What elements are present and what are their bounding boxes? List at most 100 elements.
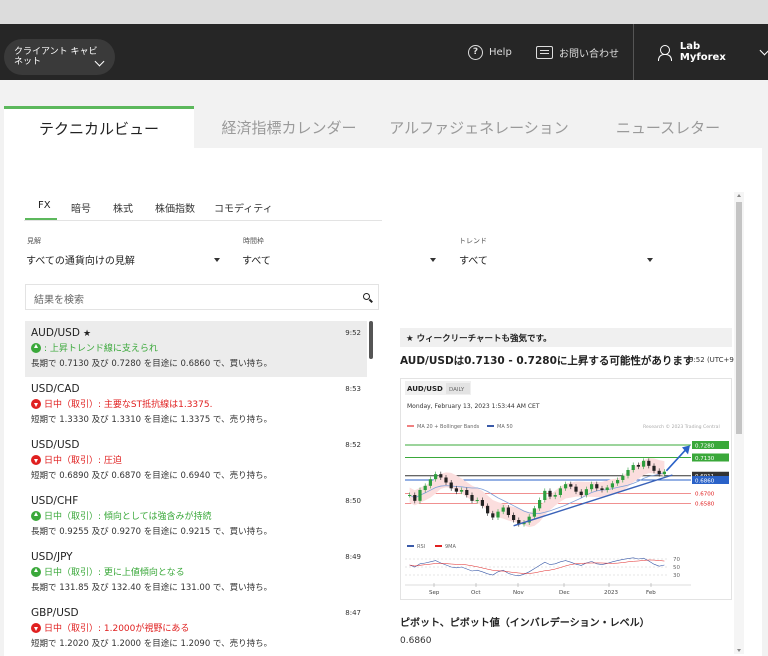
rsi-level-label: 70 — [673, 557, 680, 563]
candle — [636, 465, 640, 467]
list-item[interactable]: USD/JPY 8:49 日中（取引）: 更に上値傾向となる 長期で 131.8… — [25, 545, 367, 601]
candle — [501, 507, 505, 512]
list-scrollbar[interactable] — [369, 321, 373, 359]
subtab-indices[interactable]: 株価指数 — [155, 200, 195, 215]
filter-timeframe-label: 時間枠 — [243, 237, 264, 245]
filter-view-value: すべての通貨向けの見解 — [26, 256, 135, 267]
candle — [413, 495, 417, 501]
legend-bb: MA 20 + Bollinger Bands — [417, 424, 480, 430]
candle — [574, 486, 578, 492]
candle — [444, 477, 448, 483]
candle — [558, 488, 562, 495]
item-time: 8:53 — [345, 385, 361, 393]
signal-text: 日中（取引）: 1.2000が視野にある — [44, 624, 190, 634]
filter-timeframe-select[interactable]: すべて — [242, 252, 436, 268]
level-label: 0.6580 — [695, 502, 715, 508]
candle — [605, 487, 609, 490]
subtab-active-indicator — [25, 218, 57, 220]
chart-date: Monday, February 13, 2023 1:53:44 AM CET — [407, 403, 540, 410]
legend-ma50: MA 50 — [497, 424, 513, 430]
pivot-value: 0.6860 — [400, 636, 432, 646]
scroll-up-icon[interactable] — [736, 194, 741, 197]
candle — [610, 483, 614, 488]
ma9-legend: 9MA — [445, 544, 456, 550]
candle — [423, 485, 427, 490]
page-scrollbar[interactable] — [734, 192, 744, 654]
candle — [532, 508, 536, 517]
subtab-crypto[interactable]: 暗号 — [71, 200, 91, 215]
candle — [548, 490, 552, 497]
arrow-up-icon — [31, 510, 41, 521]
candle — [506, 507, 510, 515]
tab-alpha-generation[interactable]: アルファジェネレーション — [376, 106, 582, 148]
candle — [475, 500, 479, 501]
subtab-fx[interactable]: FX — [38, 200, 51, 211]
filter-view-label: 見解 — [27, 237, 41, 245]
filter-trend-value: すべて — [459, 256, 488, 267]
list-item[interactable]: USD/USD 8:52 日中（取引）: 圧迫 短期で 0.6890 及び 0.… — [25, 433, 367, 489]
x-tick-label: 2023 — [604, 590, 618, 596]
x-tick-label: Dec — [559, 590, 570, 596]
subtab-stocks[interactable]: 株式 — [113, 200, 133, 215]
candle — [553, 495, 557, 497]
level-label: 0.6860 — [695, 478, 715, 484]
target-arrow-line — [665, 447, 688, 472]
candle — [460, 490, 464, 492]
candle — [418, 490, 422, 501]
list-item[interactable]: AUD/USD ★ 9:52 : 上昇トレンド線に支えられ 長期で 0.7130 … — [25, 321, 367, 377]
tab-technical-view[interactable]: テクニカルビュー — [4, 106, 194, 148]
chart-svg: AUD/USD DAILY Monday, February 13, 2023 … — [405, 381, 729, 596]
scroll-thumb[interactable] — [736, 202, 742, 434]
candle — [579, 491, 583, 495]
filter-view-select[interactable]: すべての通貨向けの見解 — [26, 252, 220, 268]
x-tick-label: Feb — [646, 590, 656, 596]
rsi-level-label: 50 — [673, 565, 680, 571]
candle — [408, 495, 412, 496]
candle — [538, 500, 542, 509]
candle — [631, 465, 635, 470]
candle — [621, 475, 625, 480]
chart-symbol: AUD/USD — [407, 385, 443, 393]
contact-label: お問い合わせ — [559, 48, 619, 60]
candle — [439, 474, 443, 478]
signal-desc: 短期で 1.2020 及び 1.2000 を目途に 1.2090 で、売り持ち。 — [31, 639, 273, 649]
main-tabs: テクニカルビュー 経済指標カレンダー アルファジェネレーション ニュースレター — [4, 106, 762, 148]
header-divider — [633, 24, 634, 80]
search-icon[interactable] — [363, 293, 370, 300]
signal-text: : 上昇トレンド線に支えられ — [44, 344, 158, 354]
bollinger-band — [409, 458, 665, 528]
contact-link[interactable]: お問い合わせ — [536, 43, 619, 61]
candle — [449, 482, 453, 489]
pair-name: GBP/USD — [31, 607, 79, 619]
price-chart: AUD/USD DAILY Monday, February 13, 2023 … — [400, 378, 732, 600]
list-item[interactable]: GBP/USD 8:47 日中（取引）: 1.2000が視野にある 短期で 1.… — [25, 601, 367, 656]
signal-list: AUD/USD ★ 9:52 : 上昇トレンド線に支えられ 長期で 0.7130 … — [25, 321, 367, 656]
list-item[interactable]: USD/CHF 8:50 日中（取引）: 傾向としては強含みが持続 長期で 0.… — [25, 489, 367, 545]
candle — [512, 515, 516, 520]
tab-economic-calendar[interactable]: 経済指標カレンダー — [204, 106, 374, 148]
list-item[interactable]: USD/CAD 8:53 日中（取引）: 主要なST抵抗線は1.3375. 短期… — [25, 377, 367, 433]
arrow-up-icon — [31, 566, 41, 577]
subtab-commodities[interactable]: コモディティ — [214, 200, 273, 215]
scroll-down-icon[interactable] — [736, 649, 741, 652]
pair-name: USD/CHF — [31, 495, 79, 507]
level-label: 0.7130 — [695, 456, 715, 462]
candle — [662, 471, 666, 475]
user-menu[interactable]: Lab Myforex — [658, 41, 768, 63]
client-cabinet-button[interactable]: クライアント キャビネット — [4, 39, 115, 75]
top-header: クライアント キャビネット ? Help お問い合わせ Lab Myforex — [0, 24, 768, 80]
search-input[interactable]: 結果を検索 — [25, 284, 379, 310]
filter-trend-select[interactable]: すべて — [459, 252, 653, 268]
arrow-down-icon — [31, 398, 41, 409]
weekly-note: ★ ウィークリーチャートも強気です。 — [400, 328, 732, 347]
help-link[interactable]: ? Help — [468, 43, 512, 61]
star-icon[interactable]: ★ — [83, 329, 91, 339]
candle — [600, 488, 604, 490]
signal-desc: 長期で 0.7130 及び 0.7280 を目途に 0.6860 で、買い持ち。 — [31, 359, 273, 369]
detail-time: 9:52 (UTC+9) — [689, 356, 737, 364]
candle — [480, 500, 484, 506]
rsi-panel: 70 50 30 — [405, 557, 680, 579]
chevron-down-icon — [94, 56, 105, 67]
candle — [584, 489, 588, 495]
tab-newsletter[interactable]: ニュースレター — [590, 106, 746, 148]
